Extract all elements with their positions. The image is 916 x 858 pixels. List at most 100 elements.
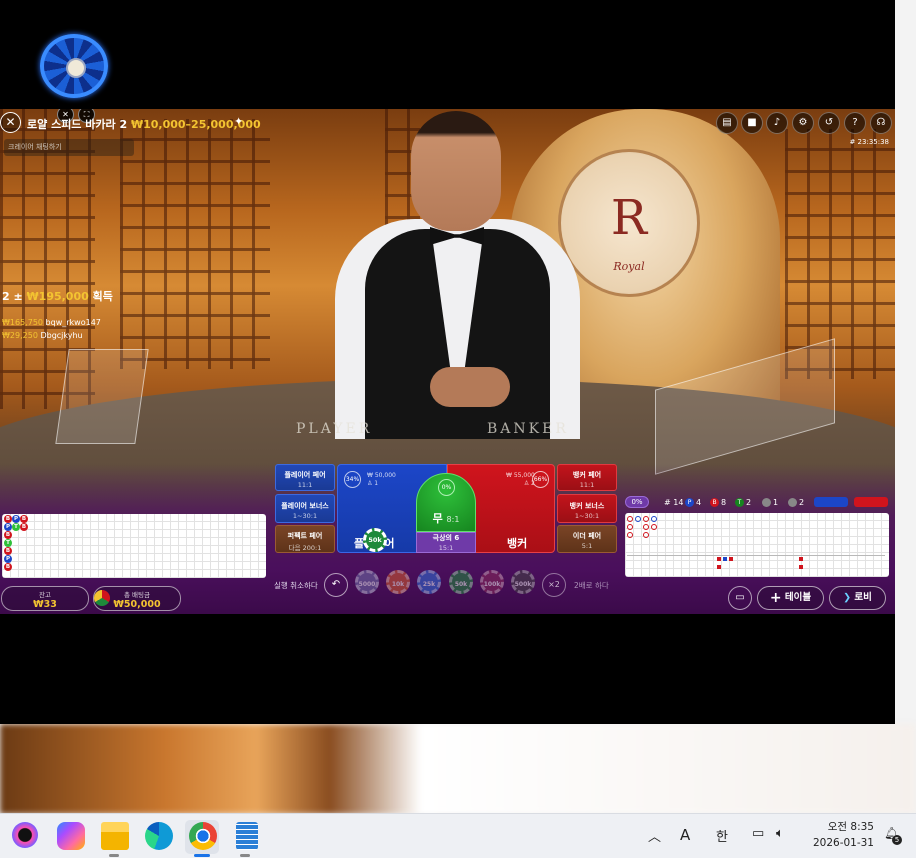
perfect-pair-bet[interactable]: 퍼펙트 페어 다음 200:1	[275, 525, 335, 553]
volume-icon[interactable]: 🔈︎	[776, 826, 784, 841]
undo-button[interactable]: ↶	[324, 573, 348, 597]
banker-label: 뱅커	[507, 537, 528, 550]
chat-input[interactable]: 크레이어 채팅하기	[4, 139, 134, 156]
banker-wins: B8	[710, 498, 726, 507]
tables-button[interactable]: + 테이블	[757, 586, 824, 610]
system-clock[interactable]: 오전 8:35 2026-01-31	[808, 819, 874, 851]
bead-B: B	[4, 563, 12, 571]
browser-window: R Royal PLAYER BANKER ✕ ✕ ⛶ 로얄 스피드 바카라 2…	[0, 0, 895, 724]
game-clock: # 23:35:38	[849, 138, 889, 146]
chip-stack-icon	[94, 590, 110, 606]
edge-icon[interactable]	[145, 822, 173, 850]
bead-B: B	[4, 531, 12, 539]
clock-date: 2026-01-31	[812, 837, 874, 849]
lattice-panel	[120, 119, 270, 369]
chip-100k[interactable]: 100k	[480, 570, 504, 594]
network-icon[interactable]: ▭	[752, 826, 764, 841]
double-button[interactable]: ×2	[542, 573, 566, 597]
chip-5000[interactable]: 5000	[355, 570, 379, 594]
card-shoe-left	[55, 349, 149, 444]
bead-T: T	[12, 523, 20, 531]
winners-headline: 2 ± ₩195,000 획득	[2, 290, 113, 303]
table-banker-text: BANKER	[487, 421, 569, 437]
tie-percent: 0%	[438, 479, 455, 496]
chip-10k[interactable]: 10k	[386, 570, 410, 594]
tie-count: T2	[735, 498, 751, 507]
chip-25k[interactable]: 25k	[417, 570, 441, 594]
either-pair-bet[interactable]: 이더 페어 5:1	[557, 525, 617, 553]
notification-badge: 5	[892, 835, 902, 845]
bead-P: P	[4, 555, 12, 563]
game-top-bar: ✕ ✕ ⛶ 로얄 스피드 바카라 2 ₩10,000–25,000,000 ✦ …	[0, 109, 895, 156]
chip-50k[interactable]: 50k	[449, 570, 473, 594]
banker-bonus-bet[interactable]: 뱅커 보너스 1~30:1	[557, 494, 617, 523]
bead-P: P	[12, 515, 20, 523]
player-bonus-bet[interactable]: 플레이어 보너스 1~30:1	[275, 494, 335, 523]
bead-road[interactable]: BPBPTBBTBPB	[2, 514, 266, 578]
winner-row: ₩165,750 bqw_rkwo147	[2, 318, 101, 327]
bead-B: B	[4, 515, 12, 523]
chrome-icon[interactable]	[189, 822, 217, 850]
game-title: 로얄 스피드 바카라 2 ₩10,000–25,000,000	[27, 116, 261, 132]
tie-label: 무 8:1	[432, 512, 460, 525]
winner-row: ₩29,250 Dbgcjkyhu	[2, 331, 83, 340]
chat-toggle-icon[interactable]: ▭	[728, 586, 752, 610]
plus-icon: +	[769, 590, 782, 606]
tie-bet[interactable]: 0% 무 8:1	[416, 473, 476, 532]
bead-B: B	[20, 523, 28, 531]
settings-icon[interactable]: ⚙	[792, 112, 814, 134]
banker-percent: 66%	[532, 471, 549, 488]
chip-500k[interactable]: 500k	[511, 570, 535, 594]
dealer	[335, 109, 580, 439]
file-explorer-indicator	[109, 854, 119, 857]
player-predict-icon[interactable]	[814, 497, 848, 507]
ime-mode[interactable]: A	[680, 826, 690, 844]
taskbar: ︿ A 한 ▭ 🔈︎ 오전 8:35 2026-01-31 🔔︎ 5	[0, 813, 916, 858]
shoe-progress: 0%	[625, 496, 649, 508]
big-road[interactable]	[625, 513, 889, 577]
show-hidden-icons-icon[interactable]: ︿	[648, 826, 661, 845]
balance-pill: 잔고 ₩33	[1, 586, 89, 611]
player-wins: P4	[685, 498, 701, 507]
player-pair-bet[interactable]: 플레이어 페어 11:1	[275, 464, 335, 491]
table-player-text: PLAYER	[296, 421, 373, 437]
logo-letter: R	[610, 190, 648, 246]
balance-value: ₩33	[33, 599, 57, 610]
copilot-app-icon[interactable]	[57, 822, 85, 850]
notepad-indicator	[240, 854, 250, 857]
pin-icon[interactable]: ✦	[234, 115, 243, 128]
support-icon[interactable]: ☊	[870, 112, 892, 134]
sound-icon[interactable]: ♪	[766, 112, 788, 134]
banker-predict-icon[interactable]	[854, 497, 888, 507]
bead-B: B	[4, 547, 12, 555]
help-icon[interactable]: ?	[844, 112, 866, 134]
banker-stake: ₩ 55,000 ♙ 2	[506, 472, 535, 487]
lucky6-bet[interactable]: 극상의 6 15:1	[416, 532, 476, 553]
video-icon[interactable]: ■	[741, 112, 763, 134]
screen: R Royal PLAYER BANKER ✕ ✕ ⛶ 로얄 스피드 바카라 2…	[0, 0, 916, 858]
games-count: # 14	[664, 498, 684, 507]
notepad-icon[interactable]	[236, 822, 258, 850]
lobby-icon: ❯	[843, 592, 852, 603]
ime-language[interactable]: 한	[716, 826, 728, 845]
double-label: 2배로 하다	[574, 581, 609, 590]
undo-label: 실행 취소하다	[274, 581, 318, 590]
live-game-stream: R Royal PLAYER BANKER ✕ ✕ ⛶ 로얄 스피드 바카라 2…	[0, 109, 895, 614]
history-icon[interactable]: ↺	[818, 112, 840, 134]
chat-icon[interactable]: ▤	[716, 112, 738, 134]
close-game-button[interactable]: ✕	[0, 112, 21, 133]
lobby-button[interactable]: ❯ 로비	[829, 586, 886, 610]
banker-pair-bet[interactable]: 뱅커 페어 11:1	[557, 464, 617, 491]
logo-word: Royal	[613, 260, 645, 273]
bead-P: P	[4, 523, 12, 531]
copilot-icon[interactable]	[12, 822, 38, 848]
file-explorer-icon[interactable]	[101, 822, 129, 850]
bead-B: B	[20, 515, 28, 523]
game-name: 로얄 스피드 바카라 2	[27, 118, 128, 131]
lattice-panel	[785, 129, 895, 379]
desktop-background	[0, 724, 916, 814]
player-percent: 34%	[344, 471, 361, 488]
player-chip: 50k	[363, 528, 387, 552]
total-bet-pill: 총 배팅금 ₩50,000	[93, 586, 181, 611]
wheel-logo-icon[interactable]	[40, 34, 108, 98]
